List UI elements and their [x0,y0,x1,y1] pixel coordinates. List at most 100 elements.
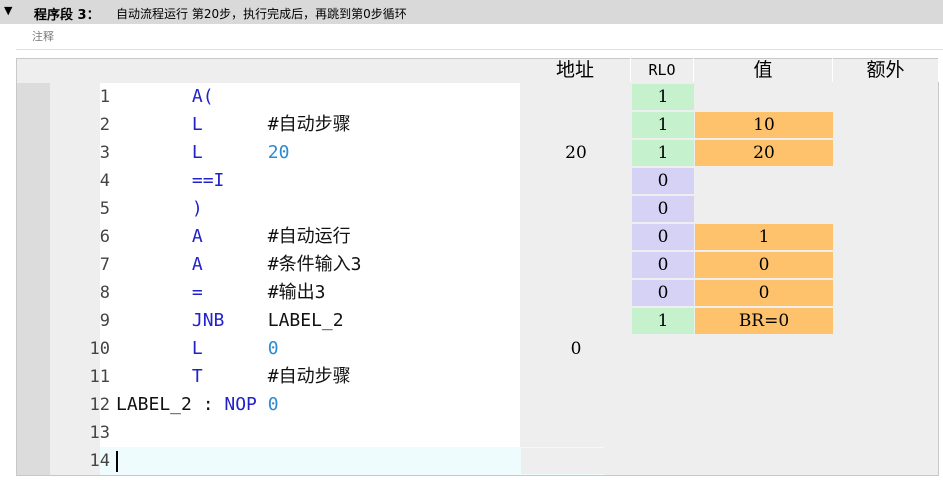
address-cell: 0 [521,336,631,362]
instruction: A [191,226,203,247]
value-cell [695,392,833,418]
instruction: = [191,282,203,303]
rlo-cell: 1 [632,140,694,166]
rlo-cell [632,448,694,474]
instruction: A( [191,86,214,107]
address-cell [521,364,631,390]
code-row[interactable]: 4 ==I 0 [17,167,938,195]
value-cell: 20 [695,140,833,166]
code-row[interactable]: 1 A(1 [17,83,938,111]
code-line[interactable]: L 0 [116,335,279,363]
code-line[interactable] [116,419,192,447]
code-line[interactable]: ) [116,195,203,223]
operand: #条件输入3 [267,254,362,275]
extra-cell [834,196,938,222]
address-cell [521,252,631,278]
code-row[interactable]: 6 A #自动运行 0 1 [17,223,938,251]
code-line[interactable]: = #输出3 [116,279,326,307]
column-header-address[interactable]: 地址 [520,58,631,82]
address-cell [521,280,631,306]
extra-cell [834,392,938,418]
instruction: T [191,366,203,387]
rlo-cell: 1 [632,112,694,138]
operand: 0 [267,394,279,415]
code-row[interactable]: 9 JNB LABEL_2 1 BR=0 [17,307,938,335]
line-number: 2 [99,115,110,135]
code-line[interactable]: JNB LABEL_2 [116,307,344,335]
operand: 0 [267,338,279,359]
extra-cell [834,224,938,250]
address-cell: 20 [521,140,631,166]
rlo-cell: 0 [632,280,694,306]
operand: #输出3 [267,282,326,303]
instruction: ==I [191,170,225,191]
code-line[interactable]: A( [116,83,214,111]
rlo-cell: 0 [632,168,694,194]
value-cell [695,196,833,222]
code-line[interactable]: L 20 [116,139,290,167]
extra-cell [834,280,938,306]
extra-cell [834,168,938,194]
extra-cell [834,448,938,474]
code-line[interactable]: ==I [116,167,225,195]
code-line[interactable]: T #自动步骤 [116,363,351,391]
line-number: 5 [99,199,110,219]
value-cell [695,336,833,362]
rlo-cell: 0 [632,224,694,250]
collapse-triangle-icon[interactable]: ▼ [4,4,12,17]
code-line[interactable] [116,447,192,475]
line-number: 7 [99,255,110,275]
rlo-cell: 1 [632,308,694,334]
extra-cell [834,84,938,110]
instruction: ) [191,198,203,219]
network-header[interactable]: ▼ 程序段 3： 自动流程运行 第20步，执行完成后，再跳到第0步循环 [0,0,943,24]
divider [16,49,943,50]
value-cell [695,420,833,446]
code-row[interactable]: 2 L #自动步骤 1 10 [17,111,938,139]
code-row[interactable]: 10 L 00 [17,335,938,363]
column-header-extra[interactable]: 额外 [833,58,939,82]
value-cell: 0 [695,252,833,278]
code-row[interactable]: 7 A #条件输入3 0 0 [17,251,938,279]
code-row[interactable]: 14 [17,447,938,475]
rlo-cell [632,392,694,418]
value-cell [695,364,833,390]
instruction: L [191,142,203,163]
code-line[interactable]: LABEL_2 : NOP 0 [116,391,279,419]
code-row[interactable]: 11 T #自动步骤 [17,363,938,391]
instruction: NOP [224,394,257,415]
address-cell [521,224,631,250]
value-cell: BR=0 [695,308,833,334]
code-row[interactable]: 5 ) 0 [17,195,938,223]
value-cell: 0 [695,280,833,306]
column-header-value[interactable]: 值 [694,58,833,82]
value-cell: 1 [695,224,833,250]
line-number: 14 [89,451,110,471]
column-header-rlo[interactable]: RLO [631,58,694,82]
rlo-cell [632,336,694,362]
operand: #自动运行 [267,226,351,247]
value-cell: 10 [695,112,833,138]
code-line[interactable]: A #条件输入3 [116,251,362,279]
code-row[interactable]: 13 [17,419,938,447]
line-number: 9 [99,311,110,331]
value-cell [695,168,833,194]
network-title: 程序段 3： [34,8,100,23]
comment-field[interactable]: 注释 [32,28,54,44]
operand: #自动步骤 [267,114,351,135]
rlo-cell [632,364,694,390]
instruction: A [191,254,203,275]
code-line[interactable]: L #自动步骤 [116,111,351,139]
address-cell [521,84,631,110]
rlo-cell: 0 [632,196,694,222]
extra-cell [834,252,938,278]
address-cell [521,308,631,334]
code-row[interactable]: 3 L 20 20 1 20 [17,139,938,167]
network-description[interactable]: 自动流程运行 第20步，执行完成后，再跳到第0步循环 [116,5,407,22]
rlo-cell: 0 [632,252,694,278]
line-number: 4 [99,171,110,191]
code-row[interactable]: 8 = #输出3 0 0 [17,279,938,307]
address-cell [521,392,631,418]
code-row[interactable]: 12 LABEL_2 : NOP 0 [17,391,938,419]
code-line[interactable]: A #自动运行 [116,223,351,251]
